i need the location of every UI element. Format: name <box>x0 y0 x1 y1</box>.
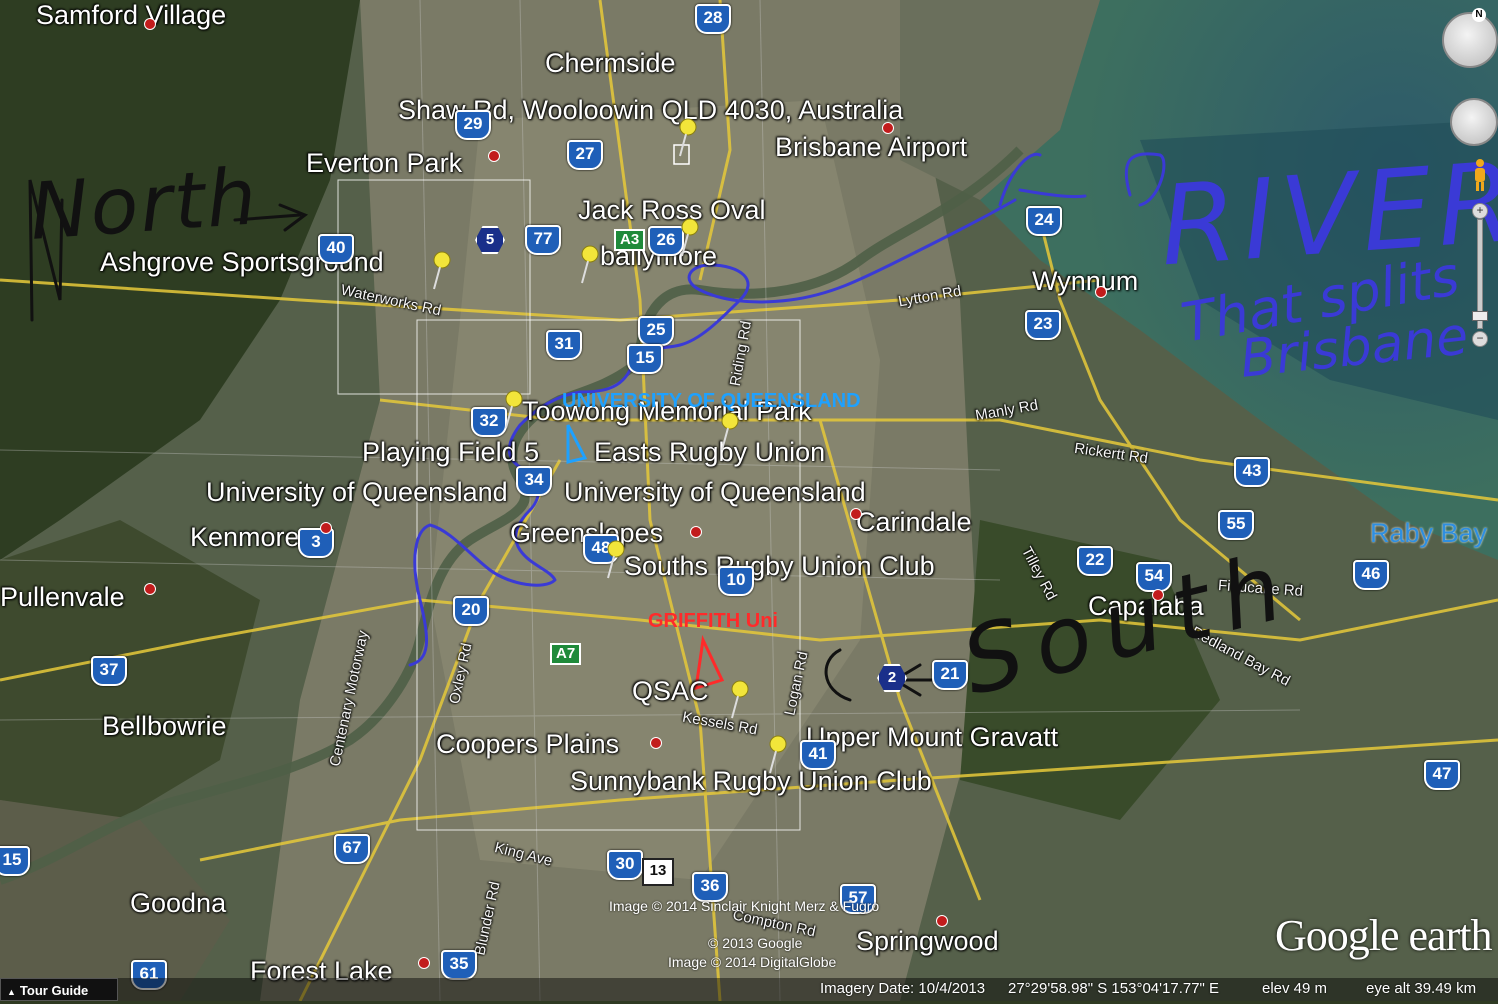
pushpin-icon[interactable] <box>676 118 700 158</box>
place-label-uq-1[interactable]: University of Queensland <box>206 477 508 508</box>
eye-altitude: eye alt 39.49 km <box>1366 980 1477 997</box>
navigation-controls[interactable]: N + − <box>1440 8 1498 348</box>
place-label-jack-ross-oval[interactable]: Jack Ross Oval <box>578 195 766 226</box>
road-shield-white: 13 <box>642 858 674 886</box>
place-label-samford[interactable]: Samford Village <box>36 0 226 31</box>
road-shield-green: A3 <box>614 229 646 251</box>
town-dot-icon[interactable] <box>690 526 702 538</box>
place-label-playing-field-5[interactable]: Playing Field 5 <box>362 437 539 468</box>
road-shield: 23 <box>1025 310 1061 340</box>
road-shield: 10 <box>718 566 754 596</box>
pushpin-icon[interactable] <box>718 412 742 452</box>
road-shield: 47 <box>1424 760 1460 790</box>
road-shield: 77 <box>525 225 561 255</box>
place-label-springwood[interactable]: Springwood <box>856 926 999 957</box>
place-label-sunnybank[interactable]: Sunnybank Rugby Union Club <box>570 766 932 797</box>
road-shield: 25 <box>638 316 674 346</box>
road-shield: 27 <box>567 140 603 170</box>
annotation-griffith: GRIFFITH Uni <box>648 610 778 632</box>
place-label-everton-park[interactable]: Everton Park <box>306 148 462 179</box>
place-label-bellbowrie[interactable]: Bellbowrie <box>102 711 227 742</box>
pushpin-icon[interactable] <box>728 680 752 720</box>
tour-guide-label: Tour Guide <box>19 983 89 998</box>
road-shield: 30 <box>607 850 643 880</box>
pushpin-icon[interactable] <box>678 218 702 258</box>
road-shield: 31 <box>546 330 582 360</box>
place-label-chermside[interactable]: Chermside <box>545 48 676 79</box>
pushpin-icon[interactable] <box>430 251 454 291</box>
tour-guide-button[interactable]: ▲ Tour Guide <box>0 978 118 1001</box>
place-label-uq-2[interactable]: University of Queensland <box>564 477 866 508</box>
road-shield: 22 <box>1077 546 1113 576</box>
zoom-thumb[interactable] <box>1472 311 1488 321</box>
town-dot-icon[interactable] <box>1095 286 1107 298</box>
zoom-slider[interactable]: + − <box>1472 203 1488 347</box>
town-dot-icon[interactable] <box>936 915 948 927</box>
place-label-souths[interactable]: Souths Rugby Union Club <box>624 551 935 582</box>
place-label-raby-bay[interactable]: Raby Bay <box>1370 518 1487 549</box>
pushpin-icon[interactable] <box>766 735 790 775</box>
road-shield: 43 <box>1234 457 1270 487</box>
place-label-qsac[interactable]: QSAC <box>632 676 709 707</box>
annotation-north: North <box>27 152 262 258</box>
coordinates: 27°29'58.98" S 153°04'17.77" E <box>1008 980 1220 997</box>
place-label-wynnum[interactable]: Wynnum <box>1032 266 1138 297</box>
pushpin-icon[interactable] <box>502 390 526 430</box>
road-shield: 55 <box>1218 510 1254 540</box>
road-shield: 41 <box>800 740 836 770</box>
imagery-credit-1: Image © 2014 Sinclair Knight Merz & Fugr… <box>609 898 880 914</box>
road-shield: 15 <box>0 846 30 876</box>
zoom-in-button[interactable]: + <box>1472 203 1488 219</box>
place-label-easts[interactable]: Easts Rugby Union <box>594 437 825 468</box>
place-label-coopers-plains[interactable]: Coopers Plains <box>436 729 619 760</box>
place-label-goodna[interactable]: Goodna <box>130 888 226 919</box>
town-dot-icon[interactable] <box>882 122 894 134</box>
place-label-carindale[interactable]: Carindale <box>856 507 972 538</box>
road-shield: 15 <box>627 344 663 374</box>
town-dot-icon[interactable] <box>144 18 156 30</box>
zoom-out-button[interactable]: − <box>1472 331 1488 347</box>
road-shield: 21 <box>932 660 968 690</box>
google-earth-logo: Google earth <box>1275 911 1492 960</box>
road-shield: 24 <box>1026 206 1062 236</box>
annotation-uq: UNIVERSITY OF QUEENSLAND <box>562 390 861 412</box>
elevation: elev 49 m <box>1262 980 1328 997</box>
road-shield: 28 <box>695 4 731 34</box>
street-view-pegman-icon[interactable] <box>1472 158 1488 192</box>
town-dot-icon[interactable] <box>144 583 156 595</box>
imagery-credit-3: Image © 2014 DigitalGlobe <box>668 954 837 970</box>
road-shield: 37 <box>91 656 127 686</box>
town-dot-icon[interactable] <box>418 957 430 969</box>
place-label-kenmore[interactable]: Kenmore <box>190 522 300 553</box>
tour-guide-caret-icon: ▲ <box>7 987 16 997</box>
pushpin-icon[interactable] <box>578 245 602 285</box>
road-shield: 34 <box>516 466 552 496</box>
place-label-upper-mount-gravatt[interactable]: Upper Mount Gravatt <box>806 722 1058 753</box>
town-dot-icon[interactable] <box>650 737 662 749</box>
town-dot-icon[interactable] <box>488 150 500 162</box>
pushpin-icon[interactable] <box>604 540 628 580</box>
place-label-pullenvale[interactable]: Pullenvale <box>0 582 125 613</box>
imagery-credit-2: © 2013 Google <box>708 935 803 951</box>
town-dot-icon[interactable] <box>850 508 862 520</box>
road-shield: 46 <box>1353 560 1389 590</box>
road-shield-green: A7 <box>550 643 582 665</box>
road-shield: 29 <box>455 110 491 140</box>
road-shield: 35 <box>441 950 477 980</box>
imagery-date: Imagery Date: 10/4/2013 <box>820 980 986 997</box>
road-shield: 40 <box>318 234 354 264</box>
look-control-icon[interactable] <box>1442 12 1498 68</box>
place-label-brisbane-airport[interactable]: Brisbane Airport <box>775 132 967 163</box>
town-dot-icon[interactable] <box>320 522 332 534</box>
move-control-icon[interactable] <box>1450 98 1498 146</box>
road-shield: 67 <box>334 834 370 864</box>
road-shield: 20 <box>453 596 489 626</box>
north-indicator-icon[interactable]: N <box>1472 8 1486 22</box>
